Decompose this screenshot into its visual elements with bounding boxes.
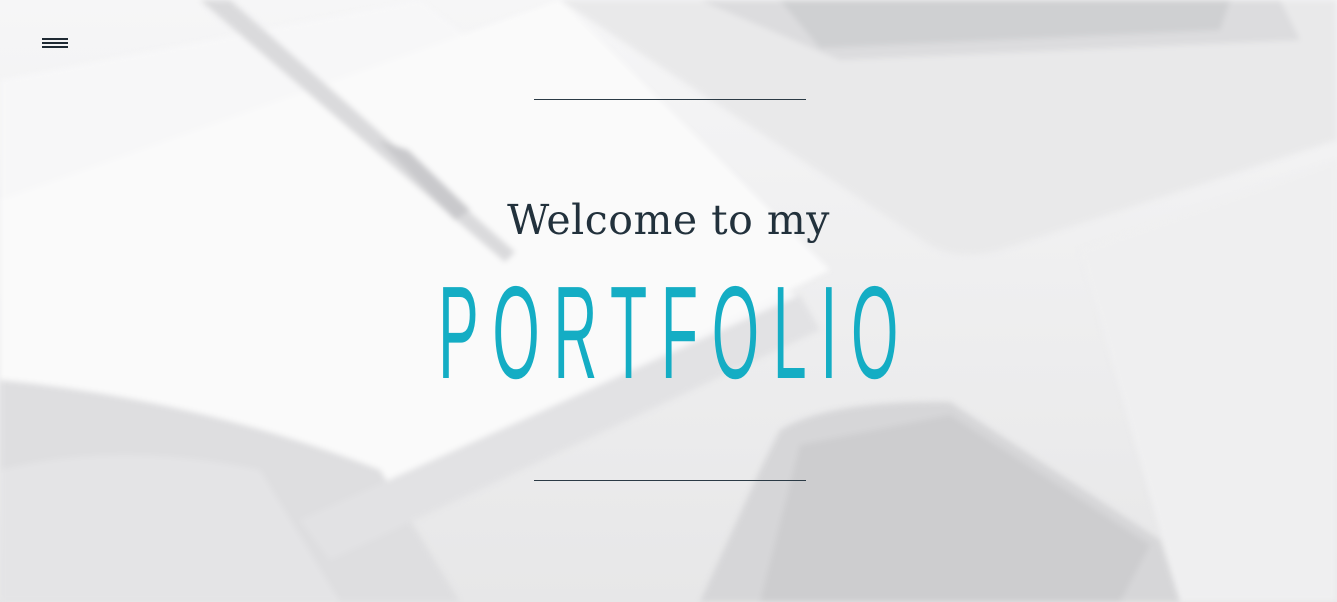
bottom-divider xyxy=(534,480,806,481)
hero-greeting: Welcome to my xyxy=(507,196,830,244)
menu-button[interactable] xyxy=(42,36,68,50)
hamburger-menu-icon-line xyxy=(42,46,68,48)
hamburger-menu-icon xyxy=(42,38,68,40)
top-divider xyxy=(534,99,806,100)
hamburger-menu-icon-line xyxy=(42,42,68,44)
hero-title: PORTFOLIO xyxy=(438,259,913,406)
